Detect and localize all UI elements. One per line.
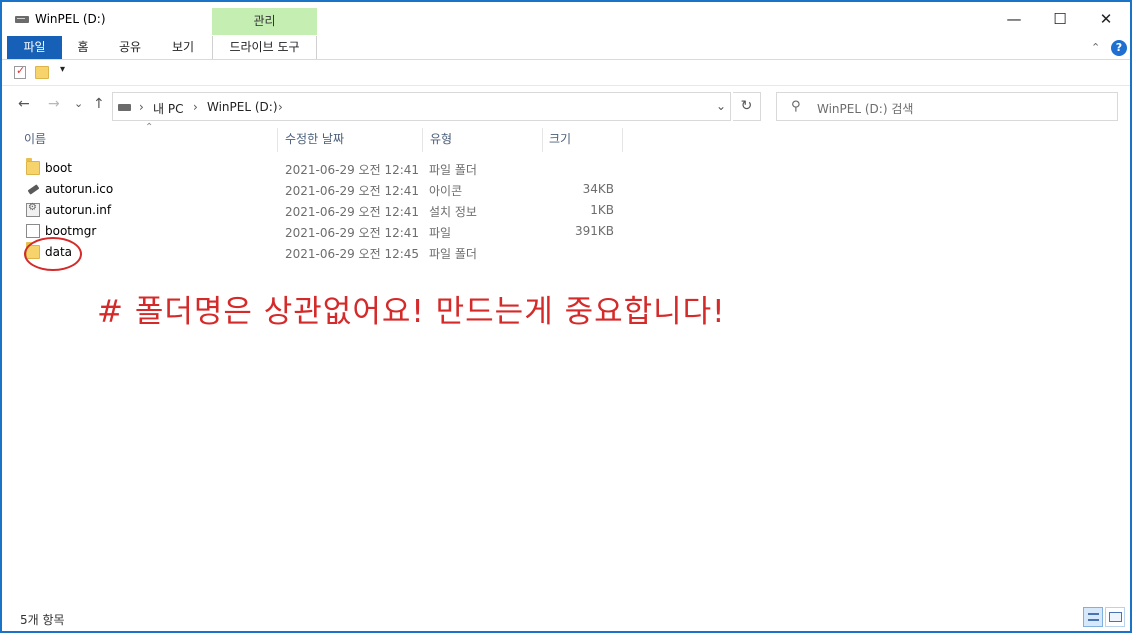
address-bar[interactable]: › 내 PC › WinPEL (D:) › ⌄: [112, 92, 731, 121]
tab-share[interactable]: 공유: [110, 36, 150, 59]
large-icons-view-button[interactable]: [1105, 607, 1125, 627]
highlight-circle: [24, 237, 82, 271]
drive-icon: [15, 16, 29, 23]
file-row-bootmgr[interactable]: bootmgr 2021-06-29 오전 12:41 파일 391KB: [16, 221, 626, 242]
new-folder-icon[interactable]: [35, 66, 49, 79]
file-name[interactable]: bootmgr: [45, 224, 96, 238]
title-bar: WinPEL (D:) 관리 — ☐ ✕: [2, 2, 1130, 36]
file-type: 파일 폴더: [429, 163, 477, 177]
file-row-autorun-inf[interactable]: autorun.inf 2021-06-29 오전 12:41 설치 정보 1K…: [16, 200, 626, 221]
file-date: 2021-06-29 오전 12:41: [285, 226, 420, 240]
large-icons-view-icon: [1109, 612, 1122, 622]
column-divider[interactable]: [422, 128, 423, 152]
file-type: 파일 폴더: [429, 247, 477, 261]
file-row-data[interactable]: data 2021-06-29 오전 12:45 파일 폴더: [16, 242, 626, 263]
folder-icon: [26, 158, 40, 175]
up-button[interactable]: ↑: [93, 96, 105, 112]
tab-drive-tools[interactable]: 드라이브 도구: [212, 36, 317, 59]
back-button[interactable]: ←: [18, 96, 30, 112]
window-title: WinPEL (D:): [35, 12, 106, 26]
file-name[interactable]: autorun.inf: [45, 203, 111, 217]
breadcrumb-separator[interactable]: ›: [139, 100, 144, 114]
breadcrumb-this-pc[interactable]: 내 PC: [153, 100, 183, 117]
refresh-button[interactable]: ↻: [733, 92, 761, 121]
settings-file-icon: [26, 202, 40, 217]
file-type: 설치 정보: [429, 205, 477, 219]
column-divider[interactable]: [622, 128, 623, 152]
search-icon: ⚲: [791, 99, 801, 114]
tab-view[interactable]: 보기: [162, 36, 204, 59]
close-button[interactable]: ✕: [1083, 2, 1129, 36]
column-type[interactable]: 유형: [430, 128, 540, 152]
ribbon-tabs: 파일 홈 공유 보기 드라이브 도구 ⌃ ?: [2, 36, 1130, 60]
file-size: 1KB: [590, 203, 614, 217]
breadcrumb-separator[interactable]: ›: [193, 100, 198, 114]
tab-file[interactable]: 파일: [7, 36, 62, 59]
annotation-text: # 폴더명은 상관없어요! 만드는게 중요합니다!: [97, 294, 726, 330]
file-row-boot[interactable]: boot 2021-06-29 오전 12:41 파일 폴더: [16, 158, 626, 179]
file-date: 2021-06-29 오전 12:41: [285, 163, 420, 177]
details-view-icon: [1088, 613, 1099, 621]
forward-button[interactable]: →: [48, 96, 60, 112]
minimize-button[interactable]: —: [991, 2, 1037, 36]
navigation-bar: ← → ⌄ ↑ › 내 PC › WinPEL (D:) › ⌄ ↻ ⚲ Win…: [2, 88, 1130, 124]
maximize-button[interactable]: ☐: [1037, 2, 1083, 36]
file-type: 아이콘: [429, 184, 463, 198]
recent-locations-button[interactable]: ⌄: [74, 97, 83, 110]
file-date: 2021-06-29 오전 12:45: [285, 247, 420, 261]
column-size[interactable]: 크기: [549, 128, 619, 152]
file-type: 파일: [429, 226, 452, 240]
breadcrumb-separator[interactable]: ›: [278, 100, 283, 114]
column-date-modified[interactable]: 수정한 날짜: [285, 128, 420, 152]
column-name[interactable]: 이름: [24, 128, 274, 152]
chevron-up-icon[interactable]: ⌃: [1091, 41, 1100, 54]
file-name[interactable]: autorun.ico: [45, 182, 113, 196]
column-divider[interactable]: [277, 128, 278, 152]
details-view-button[interactable]: [1083, 607, 1103, 627]
file-row-autorun-ico[interactable]: autorun.ico 2021-06-29 오전 12:41 아이콘 34KB: [16, 179, 626, 200]
column-divider[interactable]: [542, 128, 543, 152]
file-size: 34KB: [582, 182, 614, 196]
help-icon[interactable]: ?: [1111, 40, 1127, 56]
customize-dropdown-icon[interactable]: ▾: [60, 64, 65, 75]
tab-home[interactable]: 홈: [64, 36, 102, 59]
search-placeholder[interactable]: WinPEL (D:) 검색: [817, 100, 913, 117]
breadcrumb-drive[interactable]: WinPEL (D:): [207, 100, 278, 114]
file-date: 2021-06-29 오전 12:41: [285, 184, 420, 198]
status-item-count: 5개 항목: [20, 613, 65, 627]
explorer-window: WinPEL (D:) 관리 — ☐ ✕ 파일 홈 공유 보기 드라이브 도구 …: [0, 0, 1132, 633]
properties-icon[interactable]: [14, 64, 26, 79]
address-dropdown-icon[interactable]: ⌄: [716, 99, 726, 113]
file-date: 2021-06-29 오전 12:41: [285, 205, 420, 219]
drive-icon: [118, 104, 131, 111]
file-icon: [26, 224, 40, 238]
quick-access-toolbar: ▾: [2, 61, 1130, 86]
column-header-row: ⌃ 이름 수정한 날짜 유형 크기: [2, 122, 1130, 152]
file-size: 391KB: [574, 224, 614, 238]
file-name[interactable]: boot: [45, 161, 72, 175]
search-box[interactable]: ⚲ WinPEL (D:) 검색: [776, 92, 1118, 121]
usb-icon: [26, 182, 40, 196]
tab-manage-context[interactable]: 관리: [212, 8, 317, 35]
